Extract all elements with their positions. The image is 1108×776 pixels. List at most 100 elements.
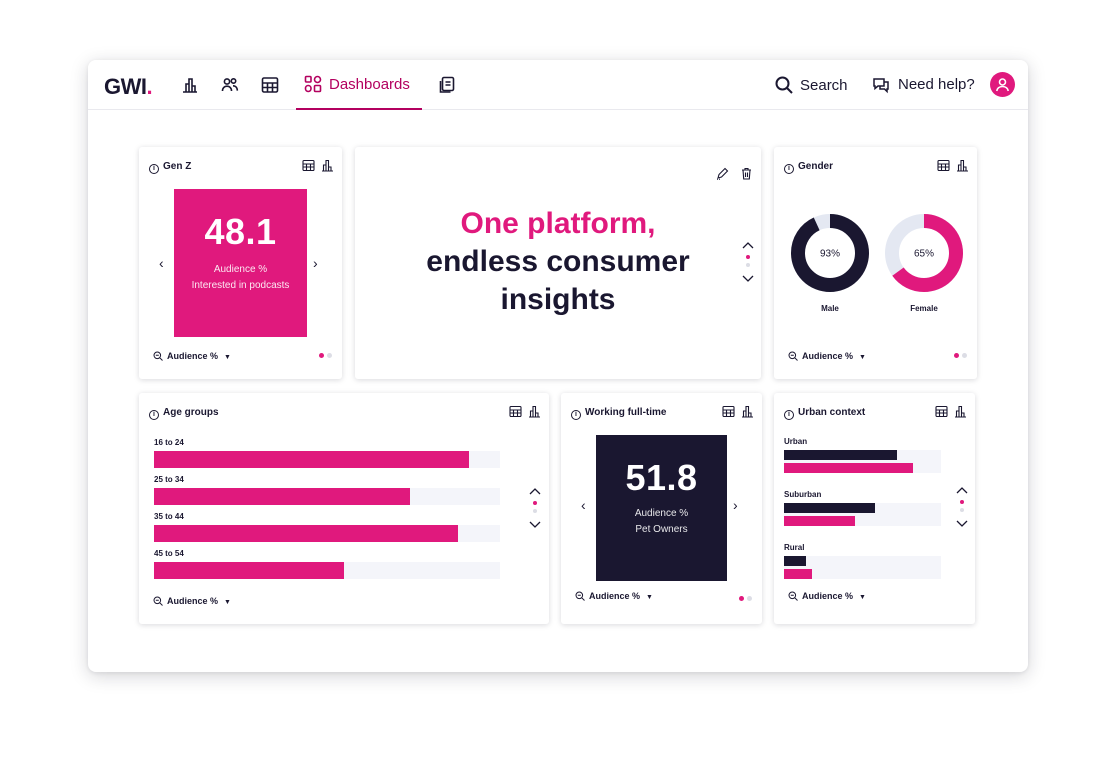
pager-dots [319, 353, 335, 358]
chevron-down-icon[interactable] [741, 274, 755, 284]
bar-track [154, 451, 500, 468]
bar-category-label: 45 to 54 [154, 549, 184, 558]
card-gen-z: i Gen Z ‹ 48.1 Audience % Interested in p… [139, 147, 342, 379]
chart-view-icon[interactable] [321, 159, 334, 172]
app-window: GWI. Dashboards Search Need help? i Gen … [88, 60, 1028, 672]
reports-icon[interactable] [438, 75, 458, 95]
bar-track [154, 488, 500, 505]
card-title-text: Working full-time [585, 407, 667, 418]
bar-track [784, 556, 941, 579]
pager-dot[interactable] [960, 508, 964, 512]
bar-45-to-54[interactable] [154, 562, 345, 579]
info-icon[interactable]: i [571, 410, 581, 420]
chevron-up-icon[interactable] [528, 486, 542, 496]
donut-value-label: 65% [914, 249, 934, 260]
pager-dot-active[interactable] [319, 353, 324, 358]
search-icon [774, 75, 794, 95]
chevron-right-icon[interactable]: › [313, 255, 318, 271]
bar-35-to-44[interactable] [154, 525, 459, 542]
gwi-logo[interactable]: GWI. [104, 74, 153, 100]
bar-rural-pink[interactable] [784, 569, 813, 579]
bar-category-label: 35 to 44 [154, 512, 184, 521]
chart-view-icon[interactable] [741, 405, 754, 418]
metric-selector-label: Audience % [802, 351, 854, 361]
pager-dot-active[interactable] [960, 500, 964, 504]
metric-description: Interested in podcasts [191, 280, 290, 291]
metric-selector[interactable]: Audience % ▼ [788, 591, 866, 601]
bar-suburban-dark[interactable] [784, 503, 876, 513]
chevron-right-icon[interactable]: › [733, 497, 738, 513]
chevron-left-icon[interactable]: ‹ [159, 255, 164, 271]
metric-selector-label: Audience % [167, 596, 219, 606]
card-hero-message: One platform, endless consumer insights [355, 147, 761, 379]
chevron-down-icon[interactable] [528, 520, 542, 530]
bar-track [154, 525, 500, 542]
bar-urban-dark[interactable] [784, 450, 898, 460]
metric-selector-label: Audience % [802, 591, 854, 601]
metric-value: 48.1 [204, 211, 277, 252]
donut-value-label: 93% [820, 249, 840, 260]
table-view-icon[interactable] [722, 405, 735, 418]
card-title-text: Gender [798, 161, 834, 172]
chevron-down-icon[interactable] [955, 519, 969, 529]
metric-name: Audience % [213, 264, 268, 275]
need-help-label: Need help? [898, 76, 975, 93]
pager-dot-active[interactable] [739, 596, 744, 601]
info-icon[interactable]: i [149, 164, 159, 174]
bar-category-label: Suburban [784, 490, 822, 499]
pager-dot[interactable] [746, 263, 750, 267]
user-avatar[interactable] [990, 72, 1015, 97]
logo-text: GWI [104, 74, 147, 99]
caret-down-icon: ▼ [224, 354, 231, 361]
chevron-up-icon[interactable] [741, 240, 755, 250]
metric-selector[interactable]: Audience % ▼ [575, 591, 653, 601]
card-title: i Gen Z [149, 161, 191, 174]
card-gender: i Gender 93% Male 65% Female Audience % ▼ [774, 147, 977, 379]
bar-track [154, 562, 500, 579]
card-age-groups: i Age groups 16 to 24 25 to 34 35 to 44 45 t… [139, 393, 549, 624]
metric-description: Pet Owners [635, 524, 688, 535]
nav-tab-dashboards[interactable]: Dashboards [296, 60, 422, 110]
caret-down-icon: ▼ [859, 354, 866, 361]
top-navigation-bar: GWI. Dashboards Search Need help? [88, 60, 1028, 110]
metric-selector[interactable]: Audience % ▼ [788, 351, 866, 361]
chevron-up-icon[interactable] [955, 485, 969, 495]
hero-headline-line1: One platform, [460, 207, 656, 240]
bar-urban-pink[interactable] [784, 463, 913, 473]
metric-selector[interactable]: Audience % ▼ [153, 351, 231, 361]
vertical-pager [741, 240, 755, 286]
pager-dot[interactable] [533, 509, 537, 513]
pager-dot[interactable] [747, 596, 752, 601]
card-title: i Working full-time [571, 407, 666, 420]
bar-track [784, 450, 941, 473]
metric-selector[interactable]: Audience % ▼ [153, 596, 231, 606]
bar-suburban-pink[interactable] [784, 516, 855, 526]
trash-icon[interactable] [740, 167, 753, 180]
pager-dot-active[interactable] [533, 501, 537, 505]
bar-16-to-24[interactable] [154, 451, 469, 468]
audiences-icon[interactable] [220, 75, 240, 95]
table-icon[interactable] [260, 75, 280, 95]
pager-dot[interactable] [962, 353, 967, 358]
bar-25-to-34[interactable] [154, 488, 411, 505]
table-view-icon[interactable] [302, 159, 315, 172]
age-bar-chart: 16 to 24 25 to 34 35 to 44 45 to 54 [139, 393, 549, 624]
chat-help-icon [872, 76, 890, 94]
metric-tile-dark: 51.8 Audience % Pet Owners [596, 435, 727, 581]
bar-rural-dark[interactable] [784, 556, 806, 566]
zoom-out-icon [788, 591, 798, 601]
edit-icon[interactable] [716, 167, 729, 180]
urban-bar-chart: Urban Suburban Rural [774, 393, 975, 624]
chart-view-icon[interactable] [956, 159, 969, 172]
caret-down-icon: ▼ [859, 594, 866, 601]
table-view-icon[interactable] [937, 159, 950, 172]
pager-dot-active[interactable] [954, 353, 959, 358]
bar-category-label: 16 to 24 [154, 438, 184, 447]
pager-dot-active[interactable] [746, 255, 750, 259]
pager-dot[interactable] [327, 353, 332, 358]
zoom-out-icon [788, 351, 798, 361]
zoom-out-icon [153, 596, 163, 606]
chevron-left-icon[interactable]: ‹ [581, 497, 586, 513]
info-icon[interactable]: i [784, 164, 794, 174]
bar-chart-icon[interactable] [180, 75, 200, 95]
